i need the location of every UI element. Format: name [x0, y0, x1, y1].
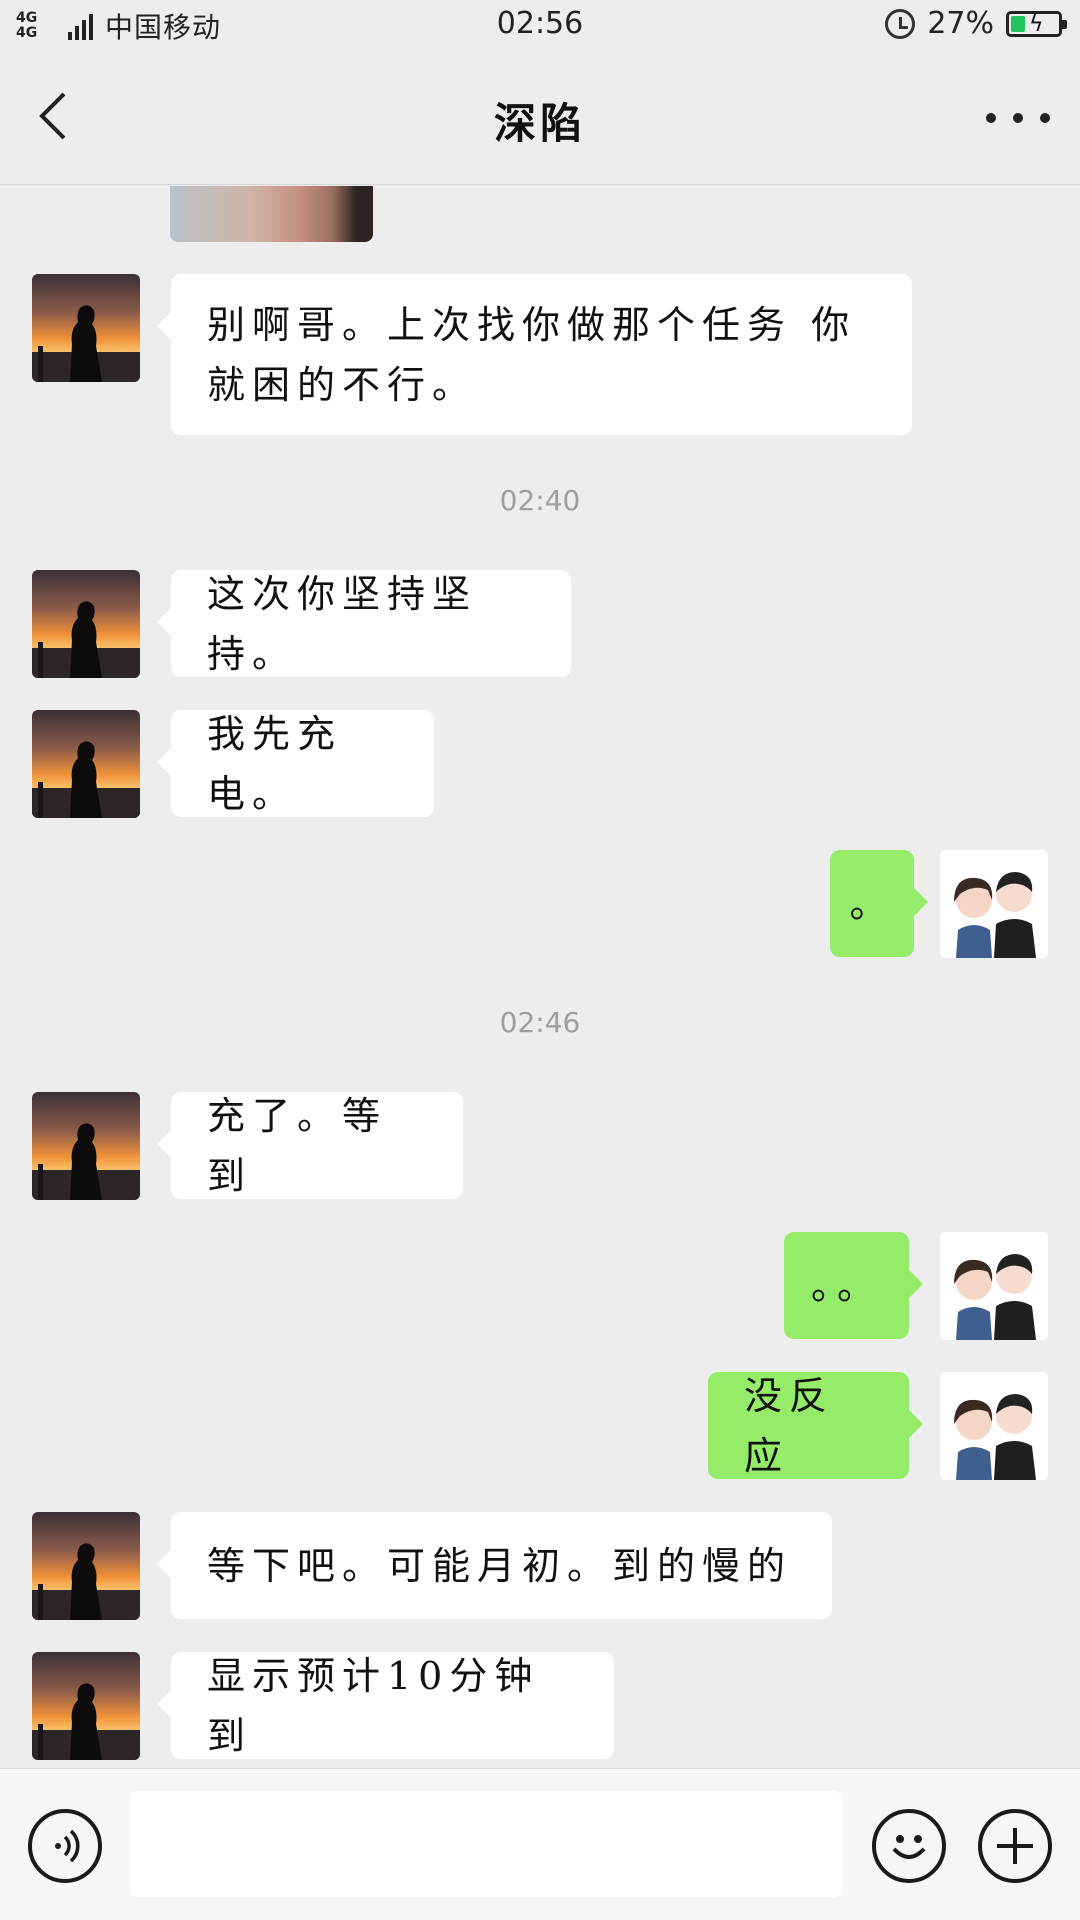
contact-avatar[interactable] — [32, 570, 140, 678]
message-input[interactable] — [130, 1791, 842, 1897]
chat-screen: 4G 4G 中国移动 02:56 27% ϟ 深陷 别啊哥。上次找你做那个任务 … — [0, 0, 1080, 1920]
voice-icon — [55, 1829, 80, 1863]
chat-title: 深陷 — [493, 99, 586, 148]
my-avatar[interactable] — [940, 1372, 1048, 1480]
nav-bar: 深陷 — [0, 50, 1080, 185]
status-right: 27% ϟ — [885, 6, 1067, 41]
message-bubble[interactable]: 没反应 — [708, 1372, 923, 1479]
message-bubble[interactable]: 别啊哥。上次找你做那个任务 你 就困的不行。 — [157, 274, 912, 435]
alarm-icon — [885, 8, 916, 39]
message-bubble[interactable]: 这次你坚持坚持。 — [157, 570, 571, 677]
contact-avatar[interactable] — [32, 1092, 140, 1200]
message-bubble[interactable]: 显示预计10分钟到 — [157, 1652, 614, 1759]
emoji-icon — [892, 1835, 926, 1859]
my-avatar[interactable] — [940, 850, 1048, 958]
contact-avatar[interactable] — [32, 1652, 140, 1760]
message-list[interactable]: 别啊哥。上次找你做那个任务 你 就困的不行。 02:40 这次你坚持坚持。 我先… — [0, 186, 1080, 1768]
plus-icon — [997, 1828, 1033, 1864]
more-dots-icon — [986, 113, 996, 123]
voice-button[interactable] — [28, 1809, 102, 1883]
battery-icon: ϟ — [1006, 10, 1067, 37]
contact-avatar[interactable] — [32, 710, 140, 818]
message-timestamp: 02:40 — [499, 484, 581, 517]
contact-avatar[interactable] — [32, 1512, 140, 1620]
message-timestamp: 02:46 — [499, 1006, 581, 1039]
plus-button[interactable] — [978, 1809, 1052, 1883]
charging-bolt-icon: ϟ — [1029, 11, 1044, 37]
message-bubble[interactable]: 。。 — [784, 1232, 923, 1339]
battery-percent: 27% — [927, 6, 994, 41]
emoji-button[interactable] — [872, 1809, 946, 1883]
status-bar: 4G 4G 中国移动 02:56 27% ϟ — [0, 0, 1080, 50]
message-bubble[interactable]: 我先充电。 — [157, 710, 434, 817]
more-button[interactable] — [986, 108, 1050, 128]
image-thumbnail[interactable] — [170, 186, 373, 242]
input-bar — [0, 1768, 1080, 1920]
contact-avatar[interactable] — [32, 274, 140, 382]
my-avatar[interactable] — [940, 1232, 1048, 1340]
message-text-line: 就困的不行。 — [207, 362, 478, 407]
message-bubble[interactable]: 。 — [830, 850, 928, 957]
battery-fill — [1011, 15, 1025, 32]
message-text-line: 别啊哥。上次找你做那个任务 你 — [207, 302, 857, 347]
message-bubble[interactable]: 充了。等到 — [157, 1092, 463, 1199]
message-bubble[interactable]: 等下吧。可能月初。到的慢的 — [157, 1512, 832, 1619]
